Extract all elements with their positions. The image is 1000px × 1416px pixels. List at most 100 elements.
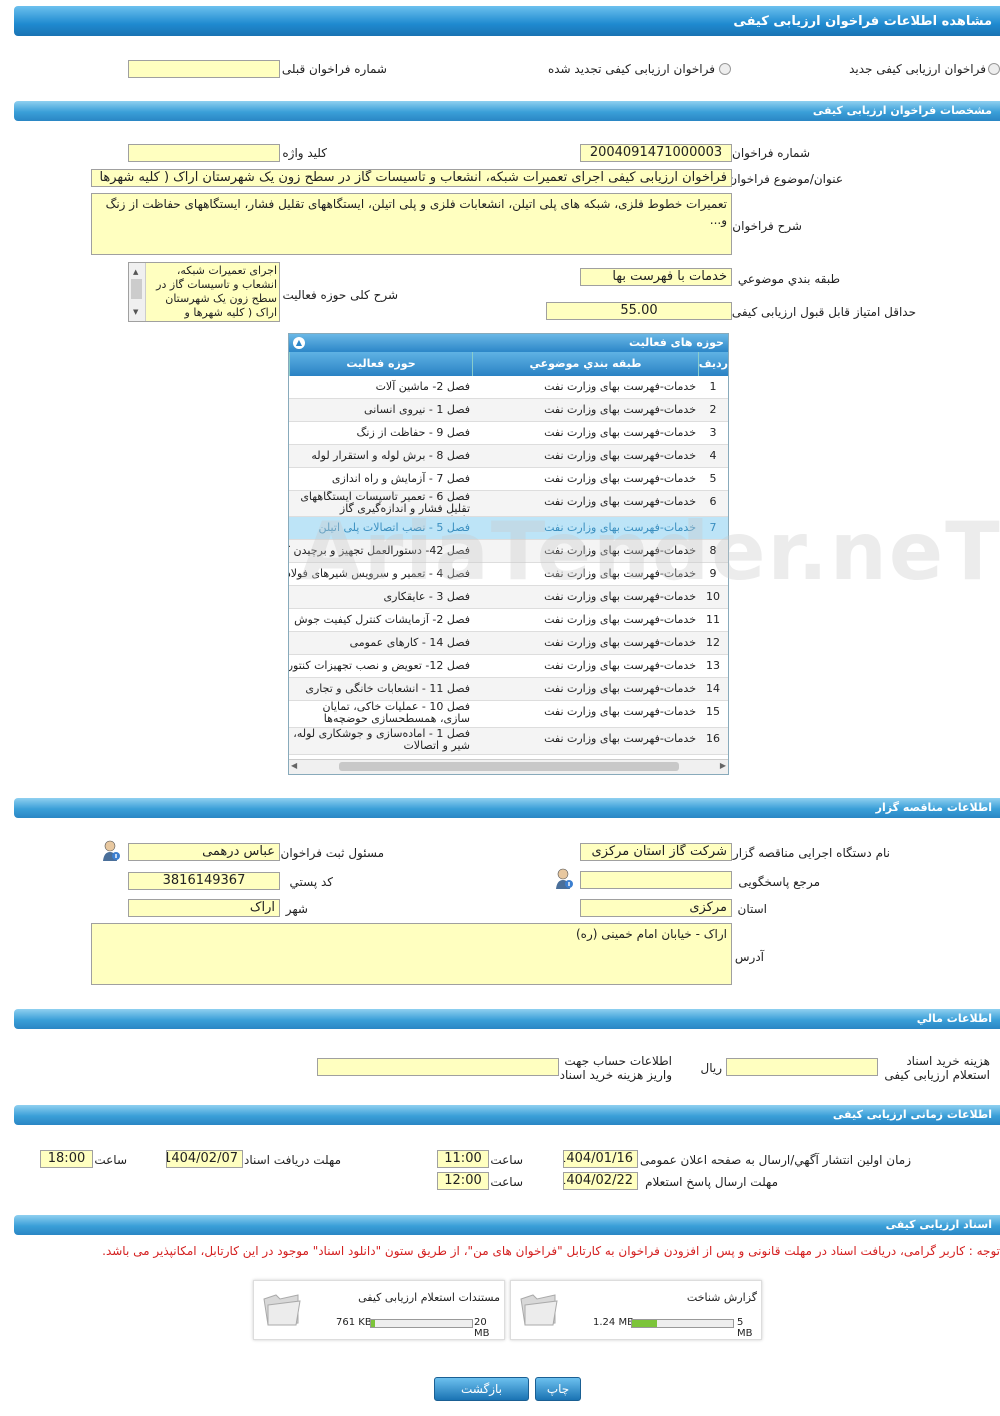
file-box-docs[interactable]: مستندات استعلام ارزیابی کیفی 761 KB 20 M… (253, 1280, 505, 1340)
keyword-field (128, 144, 280, 162)
registrar-field: عباس درهمی (128, 843, 280, 861)
table-row[interactable]: 14 خدمات-فهرست بهای وزارت نفت فصل 11 - انش… (289, 678, 728, 701)
table-row[interactable]: 5 خدمات-فهرست بهای وزارت نفت فصل 7 - آزمای… (289, 468, 728, 491)
table-row[interactable]: 11 خدمات-فهرست بهای وزارت نفت فصل 2- آزمای… (289, 609, 728, 632)
call-number-field: 2004091471000003 (580, 144, 732, 162)
table-row[interactable]: 13 خدمات-فهرست بهای وزارت نفت فصل 12- تعوی… (289, 655, 728, 678)
row-scope: فصل 10 - عملیات خاکی، تمایان سازی، همسطح… (322, 701, 470, 725)
table-row[interactable]: 4 خدمات-فهرست بهای وزارت نفت فصل 8 - برش ل… (289, 445, 728, 468)
row-scope: فصل 12- تعویض و نصب تجهیزات کنتور و رگول… (289, 659, 470, 672)
table-row[interactable]: 16 خدمات-فهرست بهای وزارت نفت فصل 1 - آماد… (289, 728, 728, 755)
folder-icon (263, 1294, 301, 1326)
print-button[interactable]: چاپ (535, 1377, 581, 1401)
row-number: 3 (709, 426, 717, 439)
hscroll-left-icon[interactable]: ◀ (291, 761, 297, 770)
prev-number-field[interactable] (128, 60, 280, 78)
row-category: خدمات-فهرست بهای وزارت نفت (544, 449, 696, 462)
province-field: مرکزی (580, 899, 732, 917)
address-field: اراک - خیابان امام خمینی (ره) (91, 923, 732, 985)
scope-label: شرح کلی حوزه فعالیت (282, 288, 399, 302)
col-row-header[interactable]: رديف (698, 352, 728, 376)
org-label: نام دستگاه اجرایی مناقصه گزار (732, 846, 890, 860)
publish-time-field: 11:00 (437, 1150, 489, 1168)
reply-label: مهلت ارسال پاسخ استعلام (645, 1175, 778, 1189)
row-category: خدمات-فهرست بهای وزارت نفت (544, 732, 696, 745)
file-progress (631, 1319, 734, 1328)
file-size: 761 KB (336, 1317, 372, 1328)
receive-label: مهلت دریافت اسناد (243, 1153, 341, 1167)
back-button[interactable]: بازگشت (434, 1377, 529, 1401)
ref-field (580, 871, 732, 889)
row-category: خدمات-فهرست بهای وزارت نفت (544, 659, 696, 672)
row-number: 13 (706, 659, 720, 672)
currency-label: ريال (700, 1061, 722, 1075)
file-box-report[interactable]: گزارش شناخت 1.24 MB 5 MB (510, 1280, 762, 1340)
table-row[interactable]: 1 خدمات-فهرست بهای وزارت نفت فصل 2- ماشین … (289, 376, 728, 399)
file-name[interactable]: مستندات استعلام ارزیابی کیفی (358, 1291, 500, 1304)
grid-title-text: حوزه های فعالیت (629, 336, 724, 349)
file-size: 1.24 MB (593, 1317, 634, 1328)
col-category-header[interactable]: طبقه بندي موضوعي (472, 352, 698, 376)
publish-date-field: 1404/01/16 (563, 1150, 638, 1168)
registrar-label: مسئول ثبت فراخوان (280, 846, 385, 860)
col-scope-header[interactable]: حوزه فعاليت (289, 352, 472, 376)
renewed-call-radio[interactable] (719, 63, 731, 75)
row-number: 4 (709, 449, 717, 462)
row-number: 15 (706, 705, 720, 718)
keyword-label: کلید واژه (282, 146, 327, 160)
scroll-thumb[interactable] (131, 279, 142, 299)
call-number-label: شماره فراخوان (732, 146, 810, 160)
table-row[interactable]: 12 خدمات-فهرست بهای وزارت نفت فصل 14 - کار… (289, 632, 728, 655)
new-call-label: فراخوان ارزیابی کیفی جدید (849, 62, 986, 76)
row-category: خدمات-فهرست بهای وزارت نفت (544, 705, 696, 718)
row-scope: فصل 1 - آماده‌سازی و جوشکاری لوله، شیر و… (293, 728, 470, 752)
category-label: طبقه بندي موضوعي (737, 272, 840, 286)
watermark: AriaTender.neT (300, 505, 1000, 598)
grid-title: حوزه های فعالیت ▲ (289, 334, 728, 352)
min-score-label: حداقل امتیاز قابل قبول ارزیابی کیفی (731, 305, 916, 319)
scope-listbox[interactable]: ▲ ▼ اجرای تعمیرات شبکه، انشعاب و تاسیسات… (128, 262, 280, 322)
tenderer-header: اطلاعات مناقصه گزار (14, 798, 1000, 818)
hscroll-right-icon[interactable]: ▶ (720, 761, 726, 770)
row-category: خدمات-فهرست بهای وزارت نفت (544, 380, 696, 393)
row-category: خدمات-فهرست بهای وزارت نفت (544, 472, 696, 485)
province-label: استان (737, 902, 767, 916)
account-label: اطلاعات حساب جهت واریز هزینه خرید اسناد (559, 1054, 672, 1082)
scope-scrollbar[interactable]: ▲ ▼ (129, 263, 146, 321)
file-name[interactable]: گزارش شناخت (687, 1291, 757, 1304)
timing-header: اطلاعات زمانی ارزیابی کیفی (14, 1105, 1000, 1125)
folder-icon (520, 1294, 558, 1326)
scroll-down-icon[interactable]: ▼ (133, 304, 138, 320)
receive-time-label: ساعت (94, 1153, 127, 1167)
collapse-icon[interactable]: ▲ (293, 337, 305, 349)
row-category: خدمات-فهرست بهای وزارت نفت (544, 426, 696, 439)
table-row[interactable]: 2 خدمات-فهرست بهای وزارت نفت فصل 1 - نیروی… (289, 399, 728, 422)
renewed-call-label: فراخوان ارزیابی کیفی تجدید شده (547, 62, 715, 76)
row-scope: فصل 8 - برش لوله و استقرار لوله (311, 449, 470, 462)
row-category: خدمات-فهرست بهای وزارت نفت (544, 682, 696, 695)
min-score-field: 55.00 (546, 302, 732, 320)
publish-time-label: ساعت (490, 1153, 523, 1167)
prev-number-label: شماره فراخوان قبلی (281, 62, 387, 76)
user-lookup-icon[interactable] (101, 840, 121, 862)
subject-field: فراخوان ارزیابی کیفی اجرای تعمیرات شبکه،… (91, 169, 732, 187)
page-title: مشاهده اطلاعات فراخوان ارزیابی کیفی (14, 6, 1000, 36)
new-call-radio[interactable] (988, 63, 1000, 75)
grid-hscroll[interactable]: ◀ ▶ (289, 759, 728, 774)
fee-label: هزینه خرید اسناد استعلام ارزیابی کیفی (884, 1054, 990, 1082)
documents-note: توجه : کاربر گرامی، دریافت اسناد در مهلت… (102, 1244, 1000, 1258)
responder-lookup-icon[interactable] (554, 868, 574, 890)
receive-date-field: 1404/02/07 (166, 1150, 243, 1168)
row-scope: فصل 1 - نیروی انسانی (364, 403, 470, 416)
scroll-up-icon[interactable]: ▲ (133, 264, 138, 280)
row-scope: فصل 7 - آزمایش و راه اندازی (331, 472, 470, 485)
description-label: شرح فراخوان (732, 219, 802, 233)
receive-time-field: 18:00 (40, 1150, 93, 1168)
hscroll-thumb[interactable] (339, 762, 679, 771)
row-scope: فصل 11 - انشعابات خانگی و تجاری (305, 682, 470, 695)
table-row[interactable]: 3 خدمات-فهرست بهای وزارت نفت فصل 9 - حفاظت… (289, 422, 728, 445)
table-row[interactable]: 15 خدمات-فهرست بهای وزارت نفت فصل 10 - عمل… (289, 701, 728, 728)
row-number: 1 (709, 380, 717, 393)
reply-time-label: ساعت (490, 1175, 523, 1189)
city-field: اراک (128, 899, 280, 917)
